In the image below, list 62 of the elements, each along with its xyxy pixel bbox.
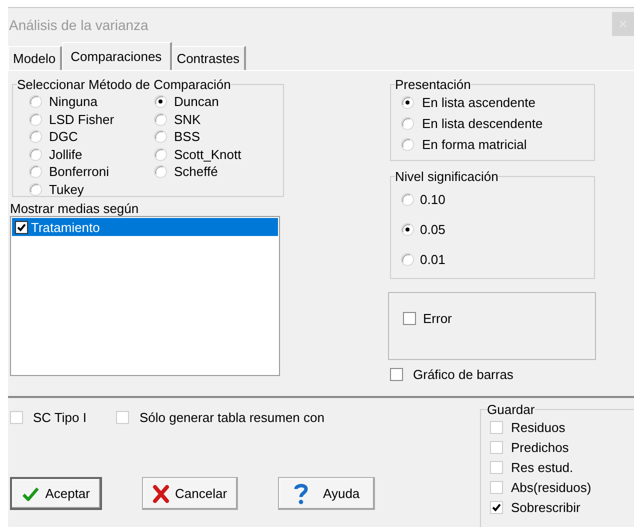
checkbox[interactable] <box>15 220 28 234</box>
ok-button[interactable]: Aceptar <box>10 477 102 510</box>
tab[interactable]: Contrastes <box>172 46 246 70</box>
checkbox[interactable] <box>390 368 403 381</box>
checkbox-label: Gráfico de barras <box>413 367 514 382</box>
radio-button[interactable] <box>154 148 167 161</box>
option-label: Duncan <box>174 94 219 110</box>
option-label: Scheffé <box>174 164 218 180</box>
option-label: BSS <box>174 129 200 144</box>
radio-button[interactable] <box>154 95 167 108</box>
list-label: Mostrar medias según <box>10 201 140 216</box>
radio-button[interactable] <box>29 148 42 161</box>
radio-button[interactable] <box>401 117 414 130</box>
group-title: Presentación <box>395 77 471 92</box>
radio-button[interactable] <box>29 182 42 196</box>
radio-button[interactable] <box>29 95 42 108</box>
option-label: 0.05 <box>420 222 446 236</box>
option-label: Ninguna <box>49 94 98 110</box>
option-label: DGC <box>49 129 78 144</box>
group-title: Nivel significación <box>395 169 498 184</box>
option-label: SNK <box>174 112 201 127</box>
option-label: Scott_Knott <box>174 146 242 162</box>
group-title: Guardar <box>487 402 535 417</box>
checkbox-label: Error <box>423 311 452 326</box>
option-label: En lista ascendente <box>422 95 536 110</box>
cancel-button[interactable]: Cancelar <box>142 477 238 510</box>
radio-button[interactable] <box>29 165 42 178</box>
window-title: Análisis de la varianza <box>9 16 148 32</box>
checkbox-label: Sobrescribir <box>511 500 580 514</box>
checkbox-label: Abs(residuos) <box>511 480 592 494</box>
radio-button[interactable] <box>401 222 414 236</box>
radio-button[interactable] <box>401 96 414 109</box>
option-label: En forma matricial <box>422 137 527 152</box>
tab[interactable]: Modelo <box>8 46 62 70</box>
radio-button[interactable] <box>154 130 167 144</box>
checkbox-label: Res estud. <box>511 460 574 474</box>
tab[interactable]: Comparaciones <box>62 42 172 70</box>
checkbox-label: SC Tipo I <box>33 410 86 425</box>
group-title: Seleccionar Método de Comparación <box>17 77 231 92</box>
x-icon <box>153 484 169 502</box>
help-icon <box>293 482 310 504</box>
checkbox-label: Sólo generar tabla resumen con <box>139 410 324 425</box>
radio-button[interactable] <box>401 252 414 266</box>
checkbox-label: Predichos <box>511 440 569 454</box>
list-item[interactable]: Tratamiento <box>12 218 278 236</box>
close-button[interactable] <box>612 12 634 36</box>
radio-button[interactable] <box>401 138 414 151</box>
help-button[interactable]: Ayuda <box>278 477 375 510</box>
radio-button[interactable] <box>401 192 414 206</box>
option-label: En lista descendente <box>422 116 543 131</box>
checkbox-label: Residuos <box>511 420 566 434</box>
option-label: Bonferroni <box>49 164 109 180</box>
radio-button[interactable] <box>154 165 167 178</box>
option-label: 0.10 <box>420 192 446 206</box>
option-label: LSD Fisher <box>49 112 114 127</box>
radio-button[interactable] <box>154 112 167 126</box>
radio-button[interactable] <box>29 112 42 126</box>
checkbox[interactable] <box>403 312 416 325</box>
option-label: 0.01 <box>420 252 446 266</box>
option-label: Jollife <box>49 146 82 162</box>
radio-button[interactable] <box>29 130 42 144</box>
option-label: Tukey <box>49 182 84 197</box>
